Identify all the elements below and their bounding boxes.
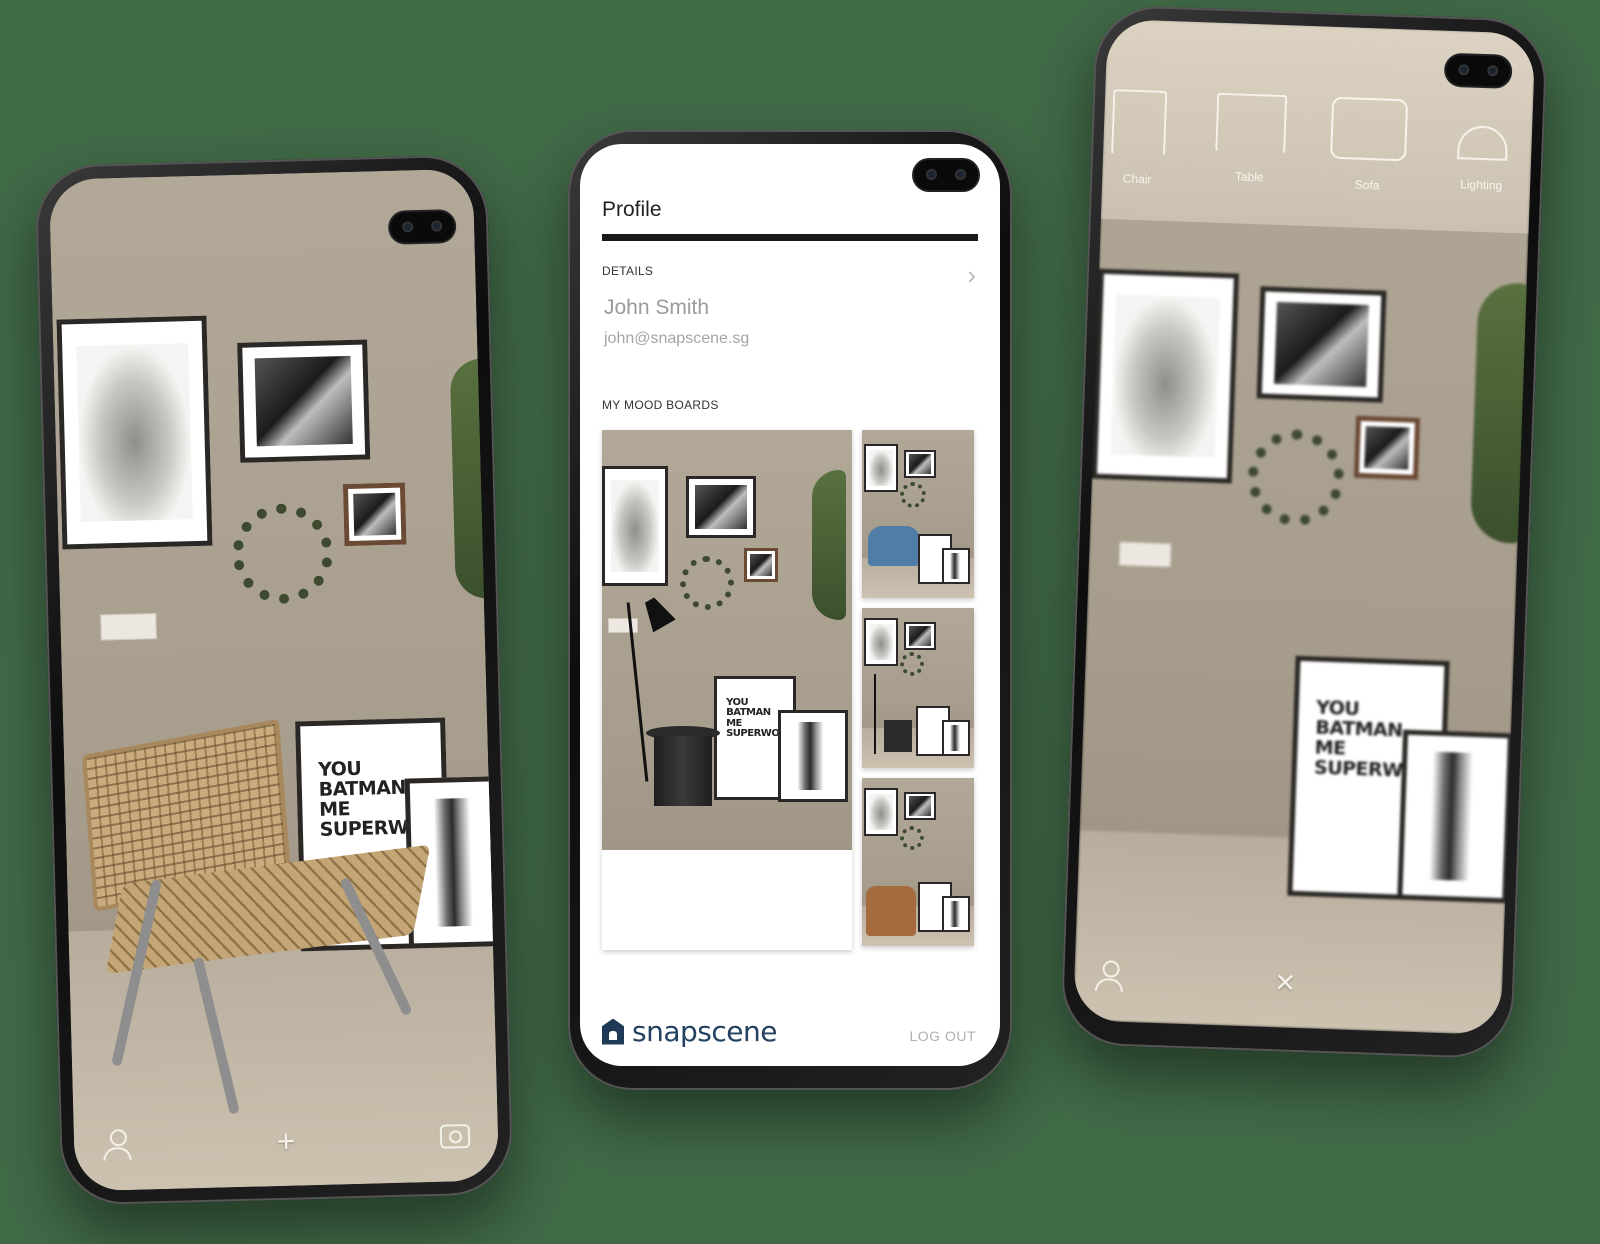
profile-screen: Profile DETAILS › John Smith john@snapsc… [580, 144, 1000, 1066]
ar-camera-phone: YOU BATMAN ME SUPERWOM + [34, 154, 514, 1206]
camera-toolbar: + [73, 1090, 499, 1191]
photo-frame-small [342, 482, 407, 547]
brand-name: snapscene [632, 1015, 777, 1048]
lamp-icon [1457, 125, 1509, 161]
light-switch [100, 613, 157, 641]
profile-phone: Profile DETAILS › John Smith john@snapsc… [568, 130, 1012, 1090]
house-icon [602, 1018, 624, 1045]
table-icon [1215, 92, 1288, 154]
title-divider [602, 234, 978, 241]
camera-icon[interactable] [439, 1124, 471, 1149]
chevron-right-icon[interactable]: › [967, 262, 976, 288]
category-lighting[interactable]: Lighting [1436, 100, 1529, 193]
user-icon[interactable] [102, 1129, 133, 1162]
front-camera [914, 160, 978, 190]
category-table[interactable]: Table [1204, 92, 1297, 185]
ar-camera-screen: YOU BATMAN ME SUPERWOM + [48, 168, 500, 1192]
mood-board-card[interactable]: YOU BATMAN ME SUPERWOM [602, 430, 852, 950]
mood-boards-label: MY MOOD BOARDS [602, 398, 719, 412]
logout-button[interactable]: LOG OUT [909, 1028, 976, 1044]
leaf-print-frame [56, 315, 213, 550]
front-camera [1445, 54, 1511, 87]
sofa-icon [1330, 96, 1409, 162]
chair-icon [1111, 89, 1168, 155]
category-chair[interactable]: Chair [1092, 88, 1185, 187]
close-icon[interactable]: ✕ [1274, 967, 1297, 998]
hanging-plant [449, 358, 496, 600]
photo-frame-large [237, 339, 371, 463]
furniture-picker-phone: YOU BATMAN ME SUPERWOM Chair Table Sofa … [1059, 4, 1549, 1060]
details-label: DETAILS [602, 264, 654, 278]
furniture-picker-screen: YOU BATMAN ME SUPERWOM Chair Table Sofa … [1072, 18, 1536, 1036]
mood-board-card[interactable] [862, 608, 974, 768]
user-email: john@snapscene.sg [604, 330, 750, 347]
brand-logo: snapscene [602, 1015, 777, 1048]
room-camera-view: YOU BATMAN ME SUPERWOM [48, 168, 500, 1192]
front-camera [389, 211, 455, 243]
page-title: Profile [602, 198, 662, 221]
mood-board-card[interactable] [862, 778, 974, 946]
wreath [231, 502, 334, 606]
user-icon[interactable] [1094, 960, 1125, 993]
mood-board-card[interactable] [862, 430, 974, 598]
user-name: John Smith [604, 296, 710, 319]
add-icon[interactable]: + [276, 1123, 296, 1159]
picker-toolbar: ✕ [1073, 930, 1504, 1035]
category-sofa[interactable]: Sofa [1322, 96, 1415, 193]
